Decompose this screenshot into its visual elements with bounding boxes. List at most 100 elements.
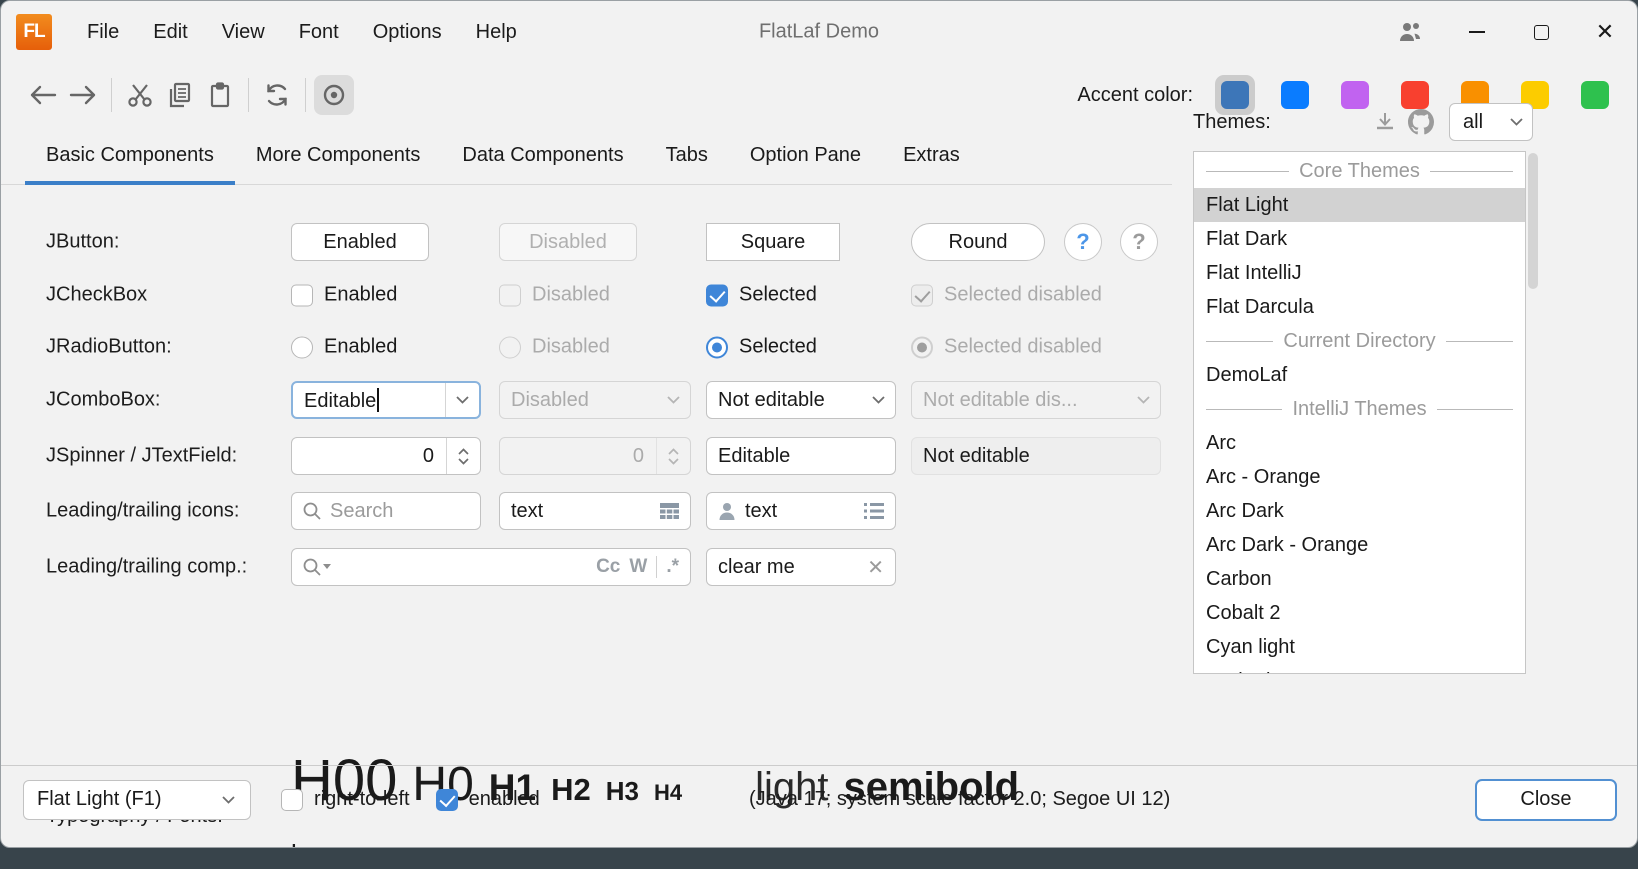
checkbox-enabled[interactable]: Enabled [291, 284, 481, 307]
themes-scrollbar[interactable] [1528, 153, 1538, 672]
show-hover-components-toggle[interactable] [314, 75, 354, 115]
paste-button[interactable] [200, 75, 240, 115]
forward-button[interactable] [63, 75, 103, 115]
checkbox-checked-icon [436, 789, 458, 811]
tab-option-pane[interactable]: Option Pane [729, 127, 882, 184]
enabled-checkbox[interactable]: enabled [436, 788, 540, 811]
look-and-feel-combobox[interactable]: Flat Light (F1) [23, 780, 251, 820]
combobox-arrow-button [1126, 382, 1160, 418]
theme-item-flat-dark[interactable]: Flat Dark [1194, 222, 1525, 256]
text-field-user[interactable]: text [706, 492, 896, 530]
themes-filter-combobox[interactable]: all [1449, 103, 1533, 141]
checkbox-label: Selected [739, 284, 817, 307]
jspinner-label: JSpinner / JTextField: [46, 445, 237, 468]
combobox-arrow-button[interactable] [861, 382, 895, 418]
users-icon[interactable] [1375, 1, 1445, 63]
match-case-toggle[interactable]: Cc [596, 556, 620, 578]
paste-icon [209, 82, 231, 108]
regex-toggle[interactable]: .* [666, 556, 679, 578]
clear-icon[interactable]: ✕ [867, 555, 884, 580]
enabled-button[interactable]: Enabled [291, 223, 429, 261]
jcheckbox-label: JCheckBox [46, 284, 147, 307]
checkbox-checked-icon [911, 284, 933, 306]
cut-icon [127, 82, 153, 108]
minimize-button[interactable] [1445, 1, 1509, 63]
radio-label: Enabled [324, 336, 397, 359]
theme-item-cobalt-2[interactable]: Cobalt 2 [1194, 596, 1525, 630]
refresh-button[interactable] [257, 75, 297, 115]
checkbox-selected[interactable]: Selected [706, 284, 896, 307]
clearable-field[interactable]: clear me ✕ [706, 548, 896, 586]
menu-help[interactable]: Help [459, 13, 534, 52]
help-button[interactable]: ? [1064, 223, 1102, 261]
theme-item-arc[interactable]: Arc [1194, 426, 1525, 460]
chevron-down-small-icon [323, 564, 331, 570]
disabled-button: Disabled [499, 223, 637, 261]
theme-item-demolaf[interactable]: DemoLaf [1194, 358, 1525, 392]
round-button[interactable]: Round [911, 223, 1045, 261]
combobox-editable[interactable]: Editable [291, 381, 481, 419]
radio-selected[interactable]: Selected [706, 336, 896, 359]
text-field-table[interactable]: text [499, 492, 691, 530]
jradiobutton-label: JRadioButton: [46, 336, 172, 359]
checkbox-icon [499, 284, 521, 306]
spinner-value[interactable]: 0 [292, 438, 446, 474]
theme-item-flat-darcula[interactable]: Flat Darcula [1194, 290, 1525, 324]
search-field[interactable]: Search [291, 492, 481, 530]
download-themes-button[interactable] [1367, 104, 1403, 140]
spinner-buttons[interactable] [446, 438, 480, 474]
theme-item-flat-light[interactable]: Flat Light [1194, 188, 1525, 222]
radio-label: Selected disabled [944, 336, 1102, 359]
menu-view[interactable]: View [205, 13, 282, 52]
combobox-value: Editable [304, 390, 376, 412]
whole-word-toggle[interactable]: W [629, 556, 647, 578]
typography-large: large [291, 839, 349, 848]
search-dropdown-button[interactable] [303, 558, 331, 576]
right-to-left-checkbox[interactable]: right-to-left [281, 788, 410, 811]
theme-item-cyan-light[interactable]: Cyan light [1194, 630, 1525, 664]
table-icon[interactable] [660, 503, 679, 520]
close-button[interactable]: Close [1475, 779, 1617, 821]
tab-extras[interactable]: Extras [882, 127, 981, 184]
menu-file[interactable]: File [70, 13, 136, 52]
radio-enabled[interactable]: Enabled [291, 336, 481, 359]
theme-item-carbon[interactable]: Carbon [1194, 562, 1525, 596]
spinner[interactable]: 0 [291, 437, 481, 475]
menu-options[interactable]: Options [356, 13, 459, 52]
radio-checked-icon [911, 336, 933, 358]
menu-font[interactable]: Font [282, 13, 356, 52]
spinner-buttons [656, 438, 690, 474]
theme-item-arc-dark-orange[interactable]: Arc Dark - Orange [1194, 528, 1525, 562]
combobox-arrow-button[interactable] [445, 383, 479, 417]
text-caret [377, 388, 379, 412]
textfield-value: clear me [718, 556, 858, 579]
tab-data-components[interactable]: Data Components [441, 127, 644, 184]
close-window-button[interactable]: ✕ [1573, 1, 1637, 63]
copy-button[interactable] [160, 75, 200, 115]
textfield-not-editable: Not editable [911, 437, 1161, 475]
github-button[interactable] [1403, 104, 1439, 140]
menu-edit[interactable]: Edit [136, 13, 204, 52]
cut-button[interactable] [120, 75, 160, 115]
tab-tabs[interactable]: Tabs [645, 127, 729, 184]
checkbox-checked-icon [706, 284, 728, 306]
status-bar: Flat Light (F1) right-to-left enabled (J… [1, 765, 1638, 833]
theme-item-arc-orange[interactable]: Arc - Orange [1194, 460, 1525, 494]
accent-swatch-green[interactable] [1575, 75, 1615, 115]
scrollbar-thumb[interactable] [1528, 153, 1538, 289]
tab-more-components[interactable]: More Components [235, 127, 442, 184]
theme-item-flat-intellij[interactable]: Flat IntelliJ [1194, 256, 1525, 290]
theme-item-arc-dark[interactable]: Arc Dark [1194, 494, 1525, 528]
square-button[interactable]: Square [706, 223, 840, 261]
search-icon [303, 558, 321, 576]
checkbox-disabled: Disabled [499, 284, 691, 307]
list-icon[interactable] [864, 503, 884, 519]
maximize-button[interactable] [1509, 1, 1573, 63]
search-with-options-field[interactable]: Cc W .* [291, 548, 691, 586]
tab-basic-components[interactable]: Basic Components [25, 127, 235, 184]
textfield-editable[interactable]: Editable [706, 437, 896, 475]
combobox-not-editable[interactable]: Not editable [706, 381, 896, 419]
theme-item-dark-flat[interactable]: Dark Flat [1194, 664, 1525, 674]
question-icon: ? [1132, 229, 1145, 255]
back-button[interactable] [23, 75, 63, 115]
